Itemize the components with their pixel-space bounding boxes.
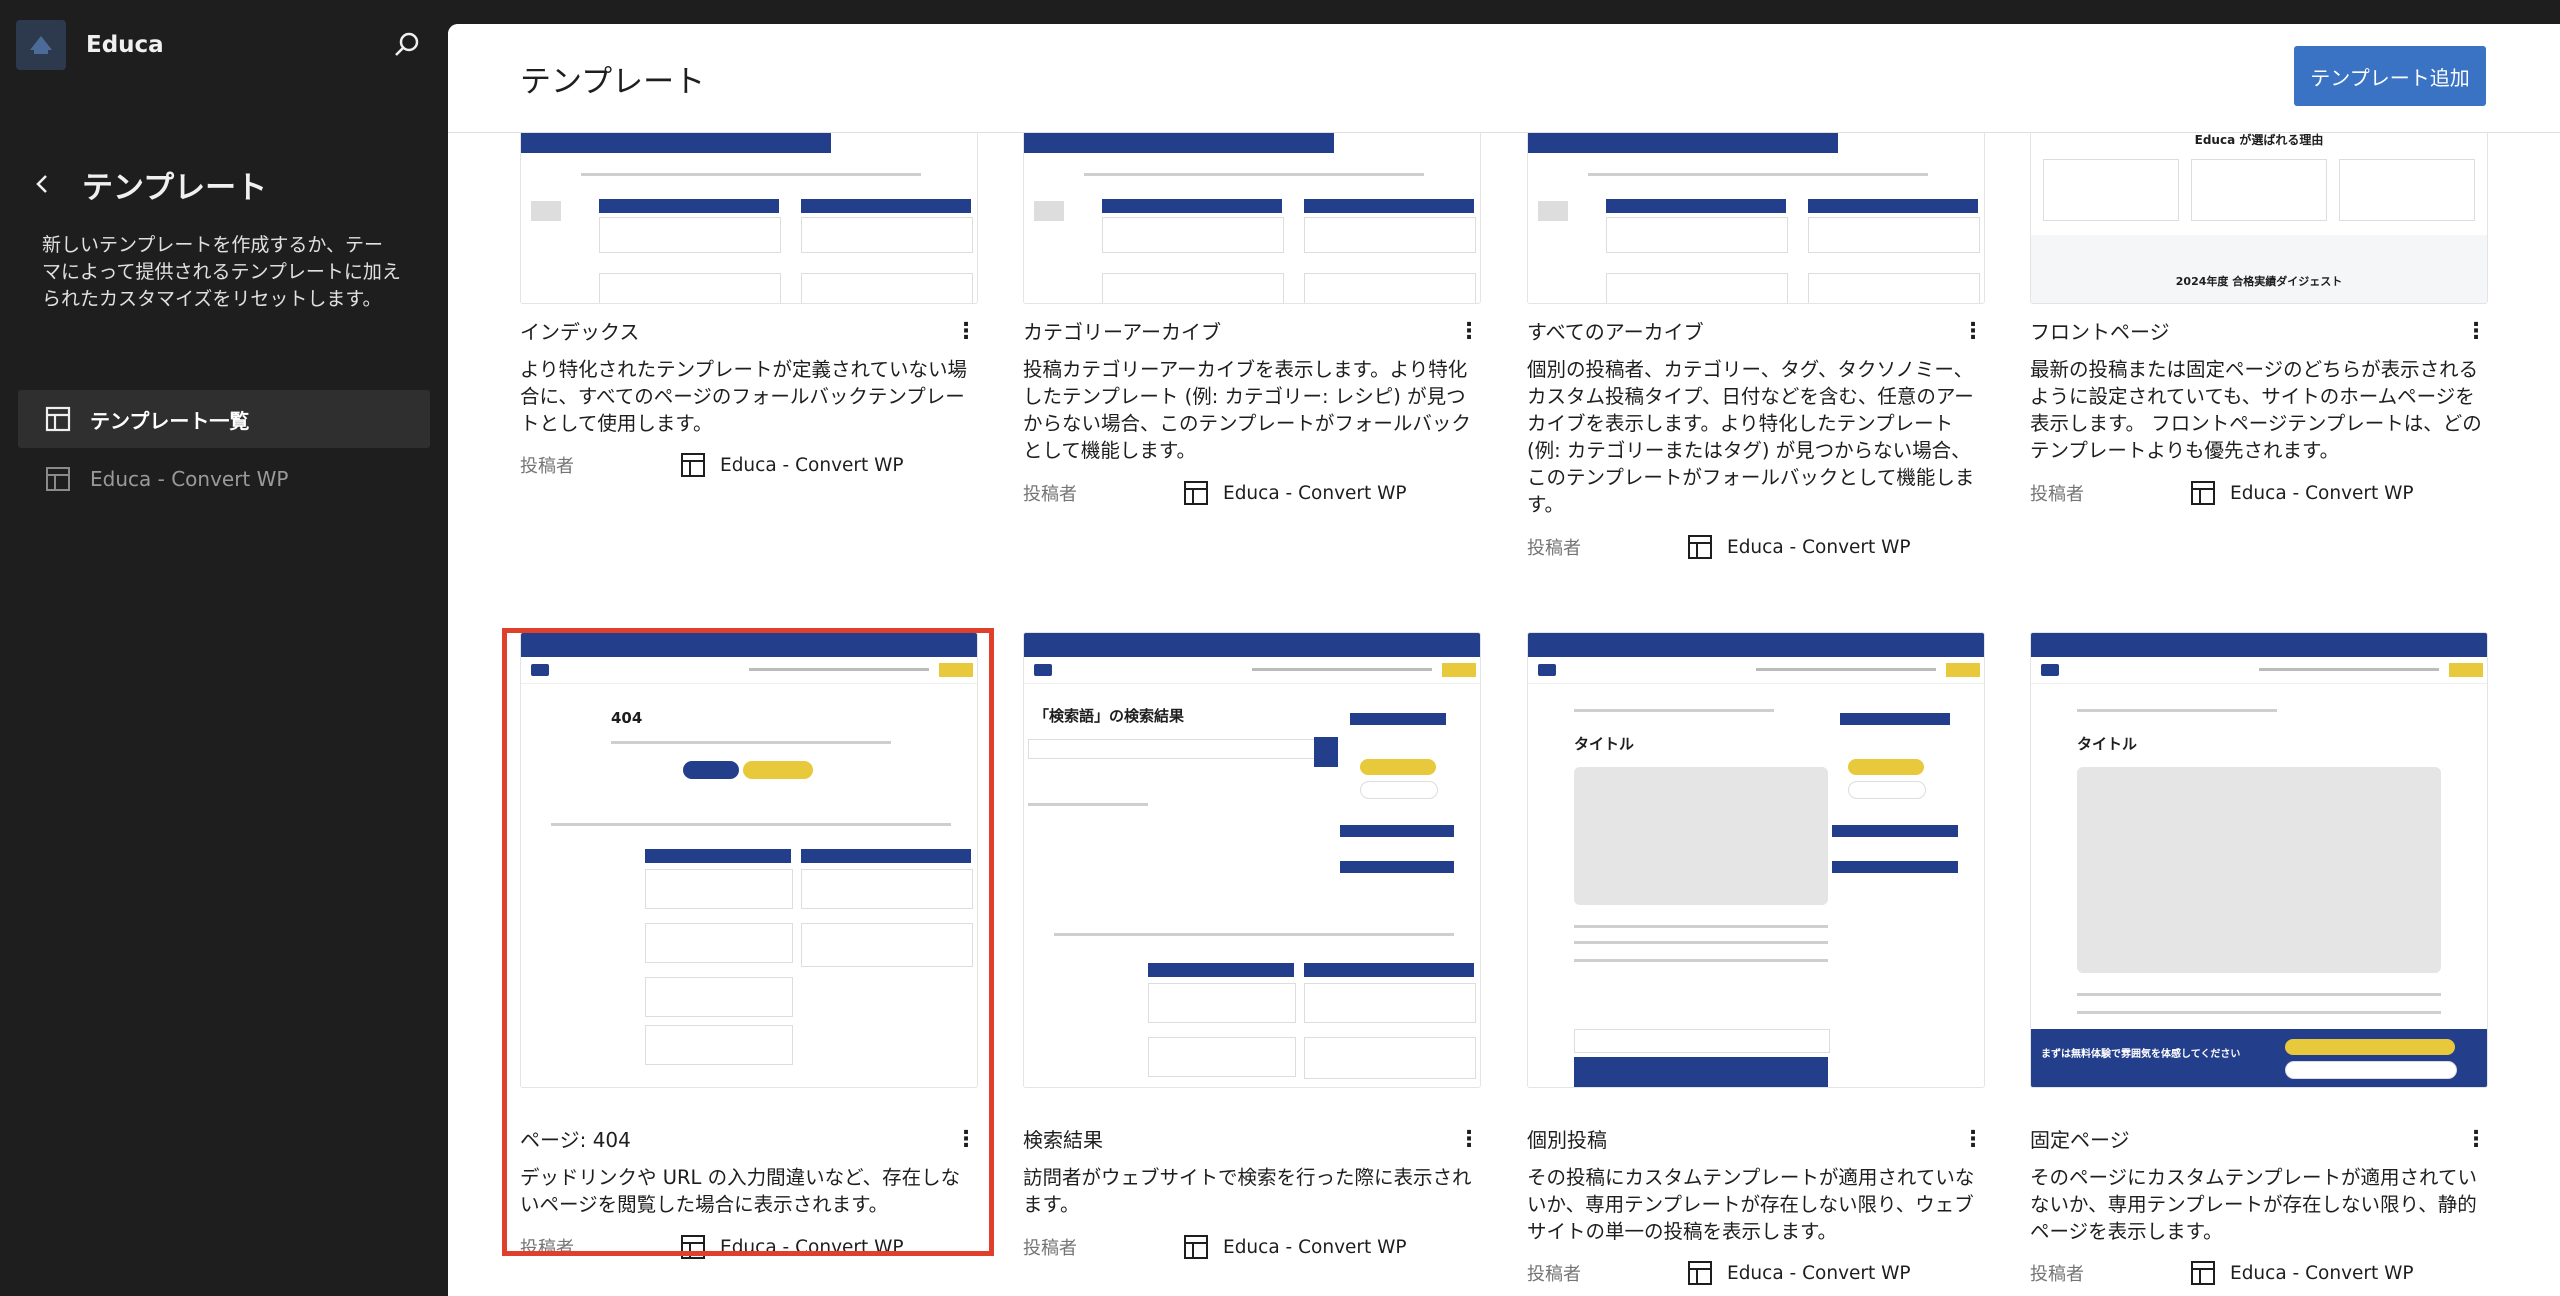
author-label: 投稿者 [2030,1264,2084,1285]
sidebar: Educa テンプレート 新しいテンプレートを作成するか、テーマによって提供され… [0,0,448,1296]
main-panel: テンプレート テンプレート追加 インデックス ⋮ より特化されたテンプレートが定… [448,24,2560,1296]
template-title[interactable]: フロントページ [2030,316,2170,345]
template-title[interactable]: ページ: 404 [520,1124,631,1153]
more-vertical-icon[interactable]: ⋮ [1962,316,1984,346]
author-label: 投稿者 [1023,484,1077,505]
template-description: その投稿にカスタムテンプレートが適用されていないか、専用テンプレートが存在しない… [1527,1166,1975,1243]
sidebar-title: テンプレート [82,170,268,206]
preview-heading: Educa が選ばれる理由 [2194,133,2324,147]
template-preview[interactable] [520,124,978,304]
more-vertical-icon[interactable]: ⋮ [955,1124,977,1154]
layout-icon [2191,1261,2215,1285]
more-vertical-icon[interactable]: ⋮ [1458,316,1480,346]
layout-icon [1688,1261,1712,1285]
template-preview[interactable]: タイトル [1527,632,1985,1088]
template-author-name: Educa - Convert WP [1223,1236,1407,1258]
template-title[interactable]: インデックス [520,316,639,345]
author-label: 投稿者 [1527,538,1581,559]
template-description: そのページにカスタムテンプレートが適用されていないか、専用テンプレートが存在しな… [2030,1166,2477,1243]
page-title: テンプレート [520,64,706,100]
layout-icon [2191,481,2215,505]
site-name: Educa [86,32,164,58]
template-author-name: Educa - Convert WP [2230,482,2414,504]
template-author: Educa - Convert WP [680,1234,904,1260]
template-title[interactable]: カテゴリーアーカイブ [1023,316,1221,345]
template-author-name: Educa - Convert WP [1727,536,1911,558]
more-vertical-icon[interactable]: ⋮ [2465,1124,2487,1154]
template-title[interactable]: 固定ページ [2030,1124,2130,1153]
template-preview[interactable]: Educa が選ばれる理由 2024年度 合格実績ダイジェスト [2030,124,2488,304]
template-author: Educa - Convert WP [1183,1234,1407,1260]
sidebar-item-all-templates[interactable]: テンプレート一覧 [18,390,430,448]
template-author: Educa - Convert WP [1183,480,1407,506]
layout-icon [45,406,71,432]
sidebar-item-label: Educa - Convert WP [90,467,289,491]
template-description: より特化されたテンプレートが定義されていない場合に、すべてのページのフォールバッ… [520,358,967,435]
template-author: Educa - Convert WP [1687,534,1911,560]
template-preview[interactable] [1527,124,1985,304]
preview-heading: タイトル [2077,735,2138,753]
author-label: 投稿者 [1527,1264,1581,1285]
preview-heading: タイトル [1574,735,1635,753]
layout-icon [46,467,70,491]
template-author-name: Educa - Convert WP [720,454,904,476]
author-label: 投稿者 [2030,484,2084,505]
preview-heading: 404 [611,709,643,727]
sidebar-item-label: テンプレート一覧 [90,408,250,433]
template-author-name: Educa - Convert WP [720,1236,904,1258]
template-description: 訪問者がウェブサイトで検索を行った際に表示されます。 [1023,1166,1472,1216]
template-preview[interactable] [1023,124,1481,304]
template-author: Educa - Convert WP [2190,1260,2414,1286]
layout-icon [1688,535,1712,559]
layout-icon [1184,481,1208,505]
template-description: 最新の投稿または固定ページのどちらが表示されるように設定されていても、サイトのホ… [2030,358,2482,462]
site-hub[interactable]: Educa [16,20,164,70]
template-author: Educa - Convert WP [2190,480,2414,506]
preview-heading: 「検索語」の検索結果 [1034,707,1185,725]
author-label: 投稿者 [520,1238,574,1259]
template-title[interactable]: 個別投稿 [1527,1124,1607,1153]
site-logo-icon[interactable] [16,20,66,70]
more-vertical-icon[interactable]: ⋮ [1962,1124,1984,1154]
template-description: 個別の投稿者、カテゴリー、タグ、タクソノミー、カスタム投稿タイプ、日付などを含む… [1527,358,1975,516]
template-preview[interactable]: 404 [520,632,978,1088]
template-author-name: Educa - Convert WP [2230,1262,2414,1284]
back-chevron-icon[interactable] [28,166,56,202]
preview-subheading: 2024年度 合格実績ダイジェスト [2175,275,2343,288]
layout-icon [681,453,705,477]
search-icon[interactable] [390,28,424,62]
sidebar-description: 新しいテンプレートを作成するか、テーマによって提供されるテンプレートに加えられた… [42,234,401,310]
more-vertical-icon[interactable]: ⋮ [955,316,977,346]
sidebar-item-educa-convert-wp[interactable]: Educa - Convert WP [18,450,430,508]
template-author-name: Educa - Convert WP [1223,482,1407,504]
template-author: Educa - Convert WP [680,452,904,478]
more-vertical-icon[interactable]: ⋮ [1458,1124,1480,1154]
add-template-button[interactable]: テンプレート追加 [2294,46,2486,106]
page-header: テンプレート テンプレート追加 [448,24,2560,133]
template-preview[interactable]: 「検索語」の検索結果 [1023,632,1481,1088]
layout-icon [1184,1235,1208,1259]
template-preview[interactable]: タイトル まずは無料体験で雰囲気を体感してください [2030,632,2488,1088]
template-author-name: Educa - Convert WP [1727,1262,1911,1284]
template-description: デッドリンクや URL の入力間違いなど、存在しないページを閲覧した場合に表示さ… [520,1166,961,1216]
author-label: 投稿者 [520,456,574,477]
preview-banner: まずは無料体験で雰囲気を体感してください [2041,1049,2241,1060]
layout-icon [681,1235,705,1259]
author-label: 投稿者 [1023,1238,1077,1259]
template-description: 投稿カテゴリーアーカイブを表示します。より特化したテンプレート (例: カテゴリ… [1023,358,1471,462]
more-vertical-icon[interactable]: ⋮ [2465,316,2487,346]
template-title[interactable]: 検索結果 [1023,1124,1103,1153]
template-author: Educa - Convert WP [1687,1260,1911,1286]
template-title[interactable]: すべてのアーカイブ [1527,316,1704,345]
